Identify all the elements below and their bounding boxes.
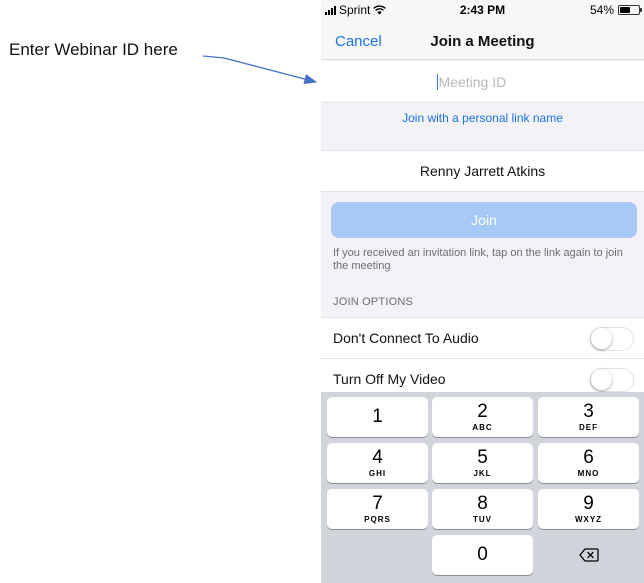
status-bar: Sprint 2:43 PM 54% bbox=[321, 0, 644, 20]
meeting-id-field[interactable] bbox=[321, 61, 644, 103]
video-toggle[interactable] bbox=[590, 368, 634, 392]
battery-icon bbox=[618, 5, 642, 15]
phone-screen: Sprint 2:43 PM 54% Cancel Join a Meeting… bbox=[321, 0, 644, 583]
key-9[interactable]: 9 WXYZ bbox=[538, 489, 639, 529]
backspace-key[interactable] bbox=[538, 535, 639, 575]
key-4[interactable]: 4 GHI bbox=[327, 443, 428, 483]
backspace-icon bbox=[578, 548, 599, 562]
option-label: Don't Connect To Audio bbox=[333, 330, 479, 346]
annotation-label: Enter Webinar ID here bbox=[9, 40, 178, 59]
option-label: Turn Off My Video bbox=[333, 371, 446, 387]
display-name-field[interactable]: Renny Jarrett Atkins bbox=[321, 150, 644, 192]
audio-toggle[interactable] bbox=[590, 327, 634, 351]
meeting-id-input[interactable] bbox=[438, 73, 529, 90]
navigation-bar: Cancel Join a Meeting bbox=[321, 20, 644, 60]
text-cursor bbox=[436, 73, 438, 90]
invitation-hint: If you received an invitation link, tap … bbox=[333, 247, 623, 272]
numeric-keypad: 1 2 ABC 3 DEF 4 GHI 5 JKL 6 MNO 7 PQRS 8 TUV 9W… bbox=[321, 392, 644, 583]
key-3[interactable]: 3 DEF bbox=[538, 397, 639, 437]
join-button[interactable]: Join bbox=[331, 202, 637, 238]
personal-link-button[interactable]: Join with a personal link name bbox=[321, 111, 644, 125]
join-options-header: JOIN OPTIONS bbox=[333, 296, 414, 308]
key-0[interactable]: 0 bbox=[432, 535, 533, 575]
key-7[interactable]: 7 PQRS bbox=[327, 489, 428, 529]
key-8[interactable]: 8 TUV bbox=[432, 489, 533, 529]
page-title: Join a Meeting bbox=[430, 33, 535, 50]
key-1[interactable]: 1 bbox=[327, 397, 428, 437]
option-dont-connect-audio: Don't Connect To Audio bbox=[321, 317, 644, 358]
battery-percent: 54% bbox=[589, 3, 614, 17]
key-5[interactable]: 5 JKL bbox=[432, 443, 533, 483]
key-2[interactable]: 2 ABC bbox=[432, 397, 533, 437]
key-6[interactable]: 6 MNO bbox=[538, 443, 639, 483]
